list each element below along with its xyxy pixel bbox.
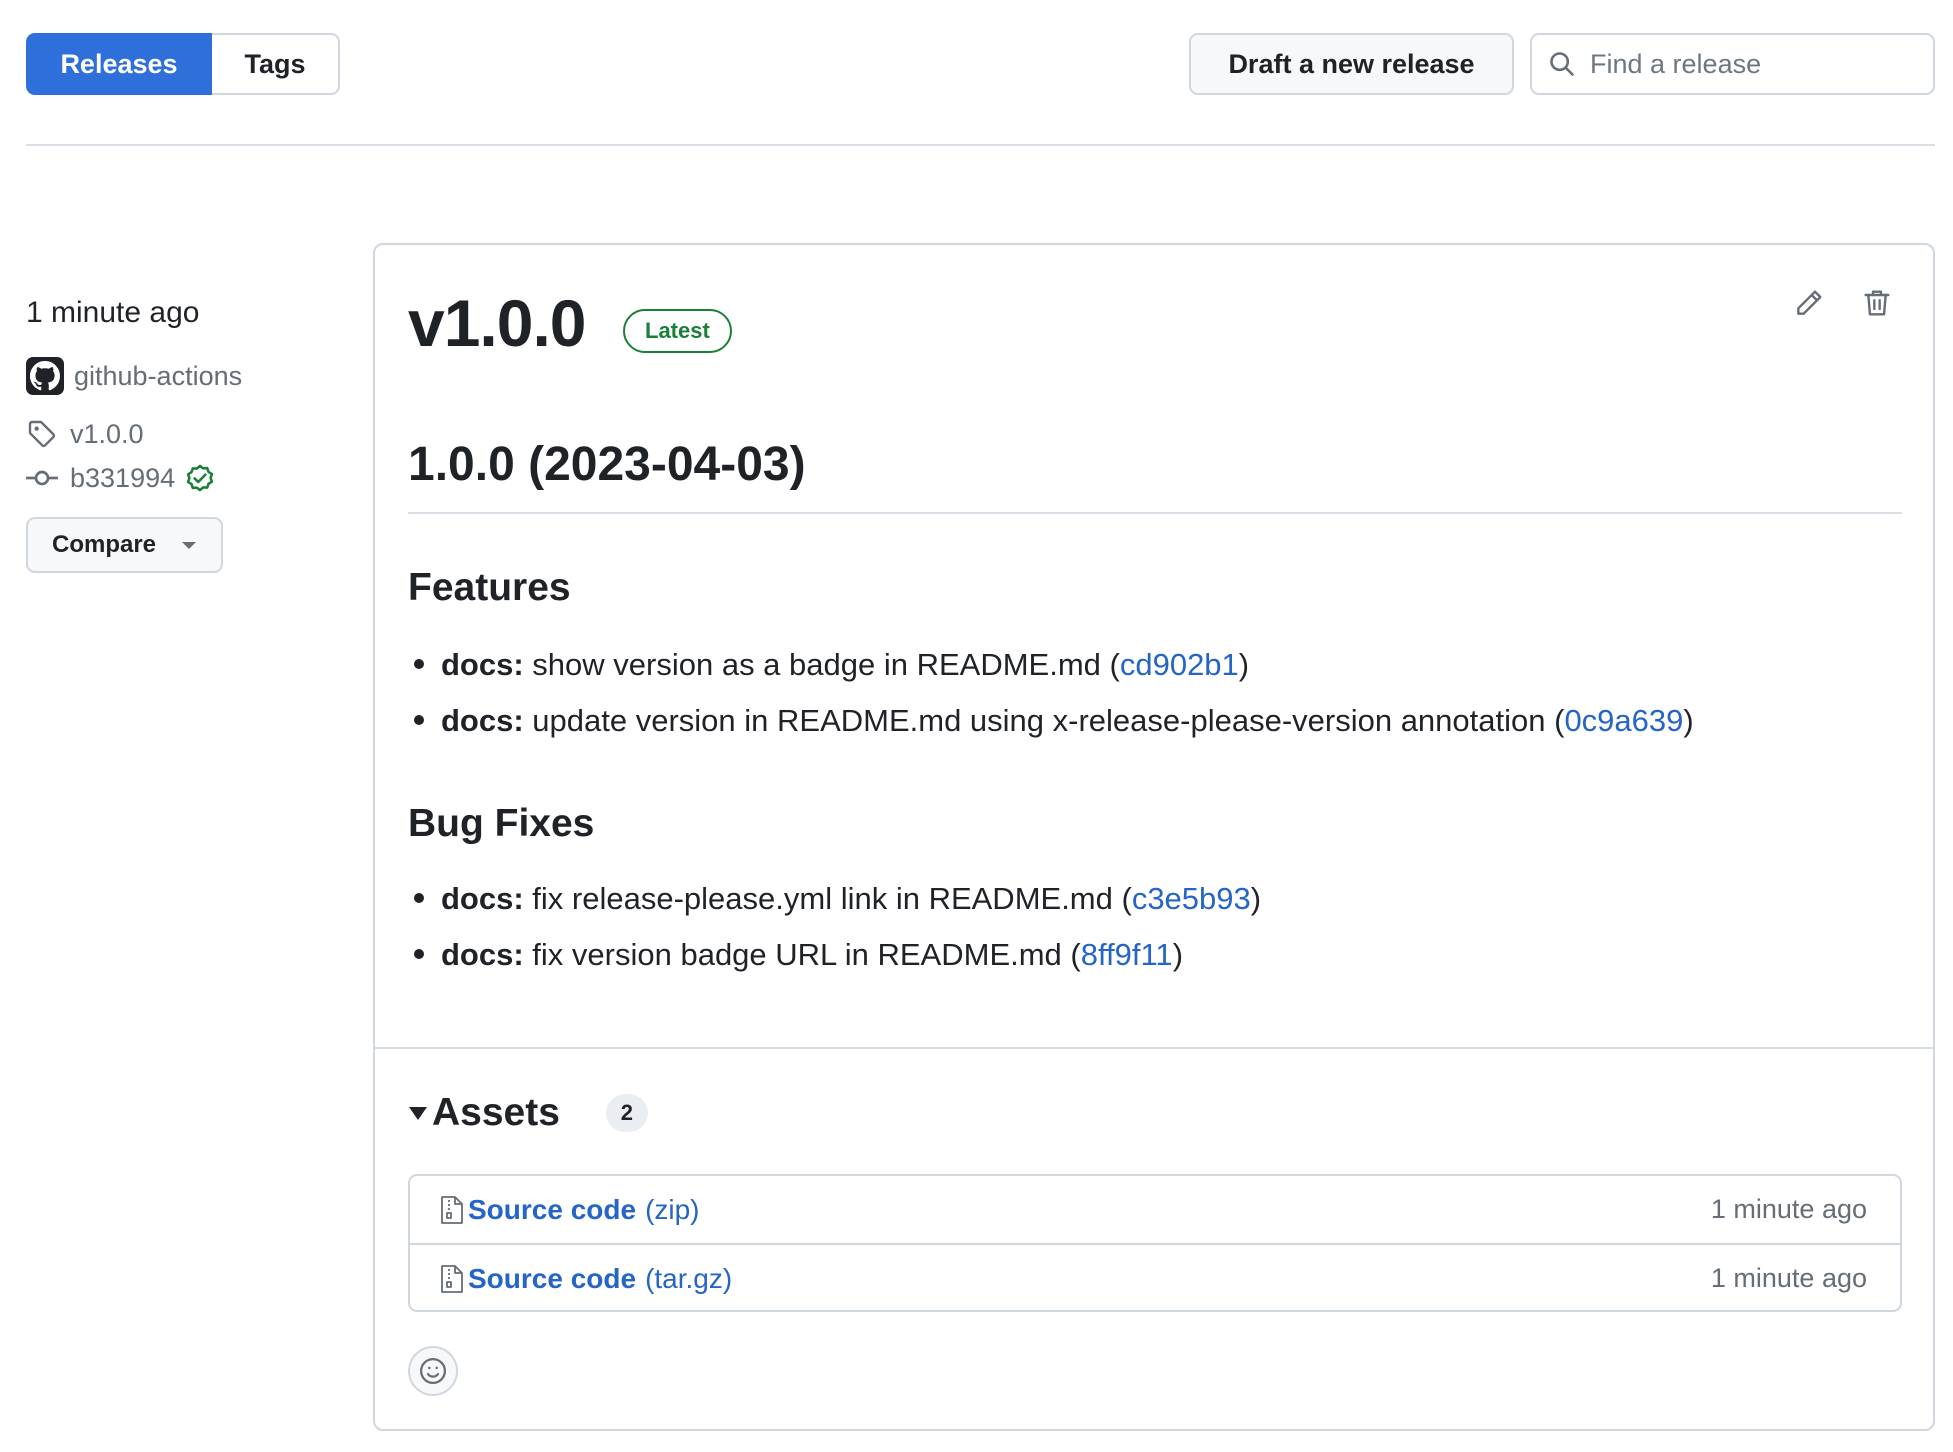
item-text: show version as a badge in README.md ( [523, 647, 1120, 682]
item-scope: docs: [441, 703, 524, 738]
trash-icon[interactable] [1861, 287, 1893, 319]
tab-releases[interactable]: Releases [26, 33, 212, 95]
assets-list: Source code (zip) 1 minute ago Source co… [408, 1174, 1902, 1312]
search-icon [1548, 50, 1576, 78]
releases-tags-nav: Releases Tags [26, 33, 340, 95]
item-text: update version in README.md using x-rele… [523, 703, 1565, 738]
tag-icon [26, 418, 58, 450]
commit-row: b331994 [26, 461, 217, 495]
commit-hash-link[interactable]: 0c9a639 [1564, 703, 1683, 738]
heading-rule [408, 512, 1902, 514]
asset-ext[interactable]: (zip) [645, 1194, 699, 1226]
search-input[interactable] [1588, 47, 1912, 81]
smiley-icon [418, 1356, 448, 1386]
pencil-icon[interactable] [1793, 287, 1825, 319]
verified-icon[interactable] [183, 461, 217, 495]
item-scope: docs: [441, 647, 524, 682]
triangle-down-icon [408, 1105, 428, 1121]
section-bugfixes-title: Bug Fixes [408, 802, 595, 845]
assets-count-badge: 2 [605, 1094, 648, 1132]
latest-badge: Latest [623, 309, 732, 353]
asset-time: 1 minute ago [1710, 1194, 1867, 1224]
tag-row: v1.0.0 [26, 418, 144, 450]
file-zip-icon [440, 1195, 464, 1225]
release-heading: 1.0.0 (2023-04-03) [408, 438, 806, 491]
commit-hash-link[interactable]: 8ff9f11 [1081, 937, 1173, 972]
item-text: fix release-please.yml link in README.md… [523, 881, 1132, 916]
asset-ext[interactable]: (tar.gz) [645, 1263, 732, 1295]
asset-link-zip[interactable]: Source code [468, 1194, 636, 1226]
add-reaction-button[interactable] [408, 1346, 458, 1396]
item-scope: docs: [441, 881, 524, 916]
commit-icon [26, 462, 58, 494]
item-text: fix version badge URL in README.md ( [523, 937, 1081, 972]
list-item: docs: show version as a badge in README.… [414, 647, 1250, 683]
commit-link[interactable]: b331994 [70, 463, 175, 494]
assets-toggle[interactable]: Assets 2 [408, 1091, 648, 1135]
asset-row: Source code (zip) 1 minute ago [410, 1176, 1900, 1243]
tab-tags[interactable]: Tags [212, 33, 340, 95]
tag-link[interactable]: v1.0.0 [70, 419, 144, 450]
release-actions [1793, 287, 1893, 319]
file-zip-icon [440, 1264, 464, 1294]
list-item: docs: update version in README.md using … [414, 703, 1694, 739]
header-divider [26, 144, 1935, 146]
author-link[interactable]: github-actions [74, 361, 242, 392]
item-close: ) [1250, 881, 1262, 916]
release-card: v1.0.0 Latest 1.0.0 (2023-04-03) Feature… [373, 243, 1935, 1431]
compare-label: Compare [52, 531, 157, 558]
caret-down-icon [180, 539, 198, 551]
section-features-title: Features [408, 566, 571, 609]
author-row: github-actions [26, 357, 242, 395]
release-title[interactable]: v1.0.0 [408, 285, 586, 361]
assets-divider [375, 1047, 1933, 1049]
list-item: docs: fix release-please.yml link in REA… [414, 881, 1262, 917]
asset-row: Source code (tar.gz) 1 minute ago [410, 1243, 1900, 1312]
draft-release-button[interactable]: Draft a new release [1189, 33, 1514, 95]
asset-time: 1 minute ago [1710, 1263, 1867, 1293]
item-close: ) [1683, 703, 1694, 738]
asset-link-targz[interactable]: Source code [468, 1263, 636, 1295]
commit-hash-link[interactable]: cd902b1 [1120, 647, 1239, 682]
item-close: ) [1172, 937, 1184, 972]
compare-button[interactable]: Compare [26, 517, 223, 573]
assets-label: Assets [432, 1091, 560, 1134]
list-item: docs: fix version badge URL in README.md… [414, 937, 1184, 973]
github-mark-icon[interactable] [26, 357, 64, 395]
release-time: 1 minute ago [26, 296, 200, 329]
item-scope: docs: [441, 937, 524, 972]
find-release-search [1530, 33, 1935, 95]
item-close: ) [1238, 647, 1250, 682]
commit-hash-link[interactable]: c3e5b93 [1132, 881, 1251, 916]
